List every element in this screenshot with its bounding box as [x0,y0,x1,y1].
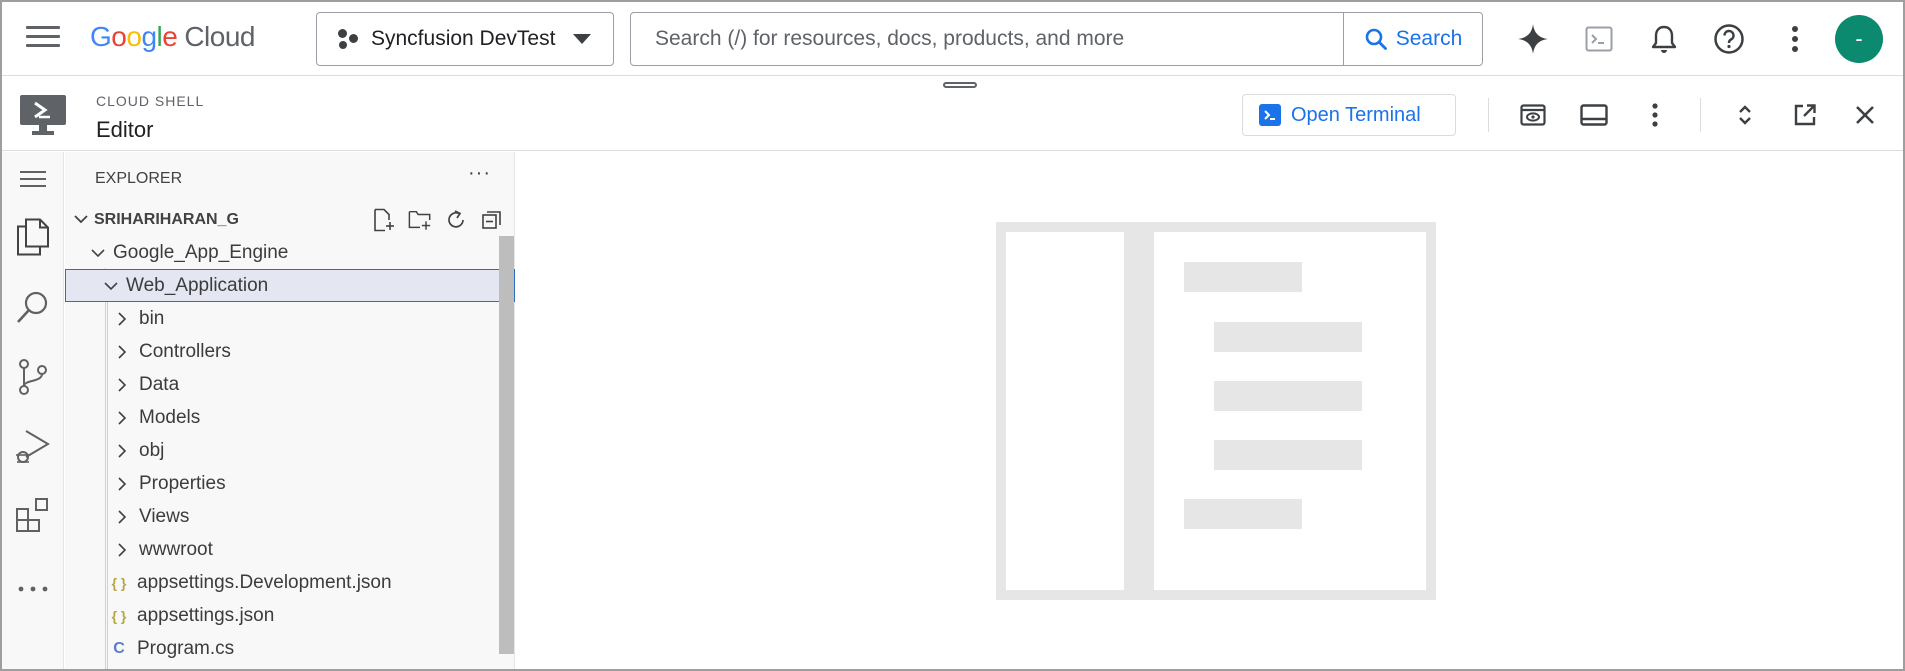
chevron-down-icon [74,211,88,229]
tree-item-models[interactable]: Models [65,401,515,434]
search-button[interactable]: Search [1343,13,1482,65]
activity-bar [2,152,64,669]
chevron-right-icon [113,443,131,458]
top-bar: Google Cloud Syncfusion DevTest Search (… [2,2,1903,76]
tree-item-appsettings-development-json[interactable]: { } appsettings.Development.json [65,566,515,599]
tree-item-views[interactable]: Views [65,500,515,533]
main-menu-icon[interactable] [26,26,60,52]
tree-item-obj[interactable]: obj [65,434,515,467]
chevron-right-icon [113,509,131,524]
explorer-scrollbar[interactable] [499,236,514,654]
search-bar: Search [630,12,1483,66]
tree-item-program-cs[interactable]: C Program.cs [65,632,515,665]
chevron-down-icon [573,34,592,44]
google-cloud-logo[interactable]: Google Cloud [90,21,255,53]
tree-item-properties[interactable]: Properties [65,467,515,500]
explorer-more-icon[interactable]: ··· [468,162,491,185]
extensions-icon[interactable] [10,492,56,538]
divider [1488,98,1489,132]
open-terminal-button[interactable]: Open Terminal [1242,94,1456,136]
chevron-right-icon [113,344,131,359]
web-preview-icon[interactable] [1516,98,1550,132]
shell-more-vert-icon[interactable] [1638,98,1672,132]
open-in-new-window-icon[interactable] [1788,98,1822,132]
search-icon [1365,28,1387,50]
editor-watermark-icon [996,222,1436,600]
json-file-icon: { } [111,607,127,624]
json-file-icon: { } [111,574,127,591]
project-name: Syncfusion DevTest [371,27,556,50]
menu-icon[interactable] [10,156,56,202]
tree-item-appsettings-json[interactable]: { } appsettings.json [65,599,515,632]
tree-item-bin[interactable]: bin [65,302,515,335]
chevron-right-icon [113,410,131,425]
search-icon[interactable] [10,284,56,330]
explorer-panel: EXPLORER ··· SRIHARIHARAN_G Google_App_E… [65,152,515,669]
help-icon[interactable] [1710,20,1748,58]
new-file-icon[interactable] [372,208,396,232]
more-vert-icon[interactable] [1776,20,1814,58]
tree-item-wwwroot[interactable]: wwwroot [65,533,515,566]
tree-item-data[interactable]: Data [65,368,515,401]
app-window: Google Cloud Syncfusion DevTest Search (… [0,0,1905,671]
resize-handle[interactable] [943,82,977,88]
chevron-right-icon [113,377,131,392]
chevron-right-icon [113,311,131,326]
explorer-title: EXPLORER [95,170,183,187]
explorer-actions [372,208,504,232]
tree-item-google-app-engine[interactable]: Google_App_Engine [65,236,515,269]
project-icon [337,28,359,50]
project-picker-button[interactable]: Syncfusion DevTest [316,12,614,66]
shell-title: Editor [96,117,154,142]
expand-collapse-icon[interactable] [1728,98,1762,132]
new-folder-icon[interactable] [408,208,432,232]
refresh-icon[interactable] [444,208,468,232]
run-and-debug-icon[interactable] [10,424,56,470]
chevron-right-icon [113,542,131,557]
editor-area [516,152,1903,669]
chevron-down-icon [89,248,107,258]
search-input[interactable] [631,13,1343,65]
csharp-file-icon: C [113,639,125,657]
divider [1700,98,1701,132]
collapse-all-icon[interactable] [480,208,504,232]
source-control-icon[interactable] [10,354,56,400]
panel-layout-icon[interactable] [1577,98,1611,132]
shell-kicker: CLOUD SHELL [96,93,205,109]
chevron-down-icon [102,281,120,291]
chevron-right-icon [113,476,131,491]
explorer-files-icon[interactable] [10,214,56,260]
cloud-shell-logo-icon [20,95,66,142]
notifications-bell-icon[interactable] [1645,20,1683,58]
terminal-icon [1259,104,1281,126]
tree-item-controllers[interactable]: Controllers [65,335,515,368]
tree-item-web-application[interactable]: Web_Application [65,269,515,302]
gemini-sparkle-icon[interactable] [1514,20,1552,58]
more-horiz-icon[interactable] [10,566,56,612]
account-avatar[interactable]: - [1835,15,1883,63]
close-icon[interactable] [1848,98,1882,132]
cloud-shell-icon[interactable] [1580,20,1618,58]
